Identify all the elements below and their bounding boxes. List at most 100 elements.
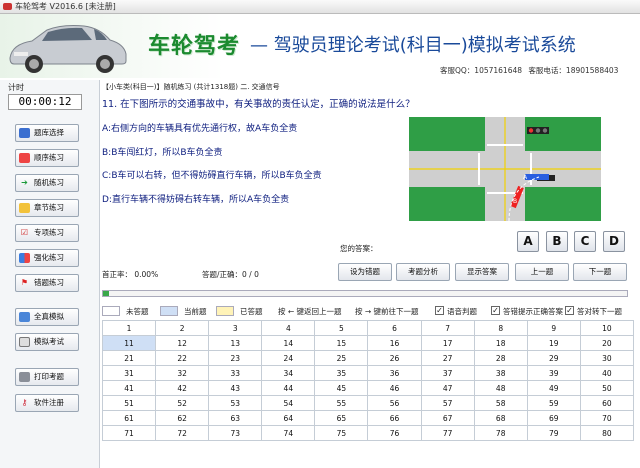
question-number-cell[interactable]: 79 — [526, 425, 581, 441]
answer-a-button[interactable]: A — [517, 231, 539, 252]
question-number-cell[interactable]: 46 — [367, 380, 422, 396]
question-number-cell[interactable]: 34 — [261, 365, 316, 381]
question-number-cell[interactable]: 68 — [473, 410, 528, 426]
next-question-button[interactable]: 下一题 — [573, 263, 627, 281]
question-number-cell[interactable]: 64 — [261, 410, 316, 426]
question-number-cell[interactable]: 18 — [473, 335, 528, 351]
question-number-cell[interactable]: 36 — [367, 365, 422, 381]
question-number-cell[interactable]: 50 — [579, 380, 635, 396]
question-number-cell[interactable]: 12 — [155, 335, 210, 351]
full-simulation-button[interactable]: 全真模拟 — [15, 308, 79, 326]
question-number-cell[interactable]: 3 — [208, 320, 263, 336]
question-number-cell[interactable]: 9 — [526, 320, 581, 336]
question-number-cell[interactable]: 60 — [579, 395, 635, 411]
question-number-cell[interactable]: 61 — [101, 410, 157, 426]
random-practice-button[interactable]: ➔ 随机练习 — [15, 174, 79, 192]
question-number-cell[interactable]: 6 — [367, 320, 422, 336]
question-number-cell[interactable]: 14 — [261, 335, 316, 351]
question-number-cell[interactable]: 43 — [208, 380, 263, 396]
question-number-cell[interactable]: 70 — [579, 410, 635, 426]
question-number-cell[interactable]: 41 — [101, 380, 157, 396]
question-number-cell[interactable]: 13 — [208, 335, 263, 351]
question-number-cell[interactable]: 42 — [155, 380, 210, 396]
question-number-cell[interactable]: 53 — [208, 395, 263, 411]
option-c[interactable]: C:B车可以右转，但不得妨碍直行车辆，所以B车负全责 — [102, 168, 322, 181]
question-number-cell[interactable]: 39 — [526, 365, 581, 381]
question-number-cell[interactable]: 58 — [473, 395, 528, 411]
question-number-cell[interactable]: 48 — [473, 380, 528, 396]
question-number-cell[interactable]: 51 — [101, 395, 157, 411]
question-number-cell[interactable]: 63 — [208, 410, 263, 426]
answer-d-button[interactable]: D — [603, 231, 625, 252]
show-correct-checkbox[interactable]: ✓ — [491, 306, 500, 315]
question-number-cell[interactable]: 69 — [526, 410, 581, 426]
question-number-cell[interactable]: 11 — [101, 335, 157, 351]
analysis-button[interactable]: 考题分析 — [396, 263, 450, 281]
question-number-cell[interactable]: 78 — [473, 425, 528, 441]
register-software-button[interactable]: ⚷ 软件注册 — [15, 394, 79, 412]
option-a[interactable]: A:右侧方向的车辆具有优先通行权，故A车负全责 — [102, 121, 297, 134]
question-number-cell[interactable]: 75 — [314, 425, 369, 441]
question-bank-button[interactable]: 题库选择 — [15, 124, 79, 142]
question-number-cell[interactable]: 29 — [526, 350, 581, 366]
question-number-cell[interactable]: 55 — [314, 395, 369, 411]
question-number-cell[interactable]: 30 — [579, 350, 635, 366]
question-number-cell[interactable]: 40 — [579, 365, 635, 381]
question-number-cell[interactable]: 37 — [420, 365, 475, 381]
question-number-cell[interactable]: 5 — [314, 320, 369, 336]
question-number-cell[interactable]: 7 — [420, 320, 475, 336]
question-number-cell[interactable]: 67 — [420, 410, 475, 426]
answer-c-button[interactable]: C — [574, 231, 596, 252]
auto-next-checkbox[interactable]: ✓ — [565, 306, 574, 315]
question-number-cell[interactable]: 52 — [155, 395, 210, 411]
question-number-cell[interactable]: 47 — [420, 380, 475, 396]
question-number-cell[interactable]: 25 — [314, 350, 369, 366]
question-number-cell[interactable]: 17 — [420, 335, 475, 351]
question-number-cell[interactable]: 27 — [420, 350, 475, 366]
sequential-practice-button[interactable]: 顺序练习 — [15, 149, 79, 167]
mock-exam-button[interactable]: 模拟考试 — [15, 333, 79, 351]
question-number-cell[interactable]: 65 — [314, 410, 369, 426]
question-number-cell[interactable]: 26 — [367, 350, 422, 366]
question-number-cell[interactable]: 74 — [261, 425, 316, 441]
question-number-cell[interactable]: 10 — [579, 320, 635, 336]
question-number-cell[interactable]: 66 — [367, 410, 422, 426]
question-number-cell[interactable]: 15 — [314, 335, 369, 351]
question-number-cell[interactable]: 73 — [208, 425, 263, 441]
question-number-cell[interactable]: 4 — [261, 320, 316, 336]
intensive-practice-button[interactable]: 强化练习 — [15, 249, 79, 267]
question-number-cell[interactable]: 20 — [579, 335, 635, 351]
option-d[interactable]: D:直行车辆不得妨碍右转车辆，所以A车负全责 — [102, 192, 289, 205]
mark-wrong-button[interactable]: 设为错题 — [338, 263, 392, 281]
special-practice-button[interactable]: ☑ 专项练习 — [15, 224, 79, 242]
question-number-cell[interactable]: 76 — [367, 425, 422, 441]
question-number-cell[interactable]: 77 — [420, 425, 475, 441]
question-number-cell[interactable]: 2 — [155, 320, 210, 336]
question-number-cell[interactable]: 28 — [473, 350, 528, 366]
question-number-cell[interactable]: 22 — [155, 350, 210, 366]
question-number-cell[interactable]: 35 — [314, 365, 369, 381]
question-number-cell[interactable]: 8 — [473, 320, 528, 336]
question-number-cell[interactable]: 71 — [101, 425, 157, 441]
question-number-cell[interactable]: 32 — [155, 365, 210, 381]
print-questions-button[interactable]: 打印考题 — [15, 368, 79, 386]
question-number-cell[interactable]: 38 — [473, 365, 528, 381]
wrong-questions-button[interactable]: ⚑ 错题练习 — [15, 274, 79, 292]
question-number-cell[interactable]: 1 — [101, 320, 157, 336]
question-number-cell[interactable]: 45 — [314, 380, 369, 396]
question-number-cell[interactable]: 16 — [367, 335, 422, 351]
question-number-cell[interactable]: 54 — [261, 395, 316, 411]
question-number-cell[interactable]: 21 — [101, 350, 157, 366]
question-number-cell[interactable]: 44 — [261, 380, 316, 396]
chapter-practice-button[interactable]: 章节练习 — [15, 199, 79, 217]
option-b[interactable]: B:B车闯红灯，所以B车负全责 — [102, 145, 223, 158]
show-answer-button[interactable]: 显示答案 — [455, 263, 509, 281]
question-number-cell[interactable]: 19 — [526, 335, 581, 351]
question-number-cell[interactable]: 31 — [101, 365, 157, 381]
question-number-cell[interactable]: 59 — [526, 395, 581, 411]
prev-question-button[interactable]: 上一题 — [515, 263, 569, 281]
question-number-cell[interactable]: 33 — [208, 365, 263, 381]
answer-b-button[interactable]: B — [546, 231, 568, 252]
question-number-cell[interactable]: 56 — [367, 395, 422, 411]
question-number-cell[interactable]: 49 — [526, 380, 581, 396]
